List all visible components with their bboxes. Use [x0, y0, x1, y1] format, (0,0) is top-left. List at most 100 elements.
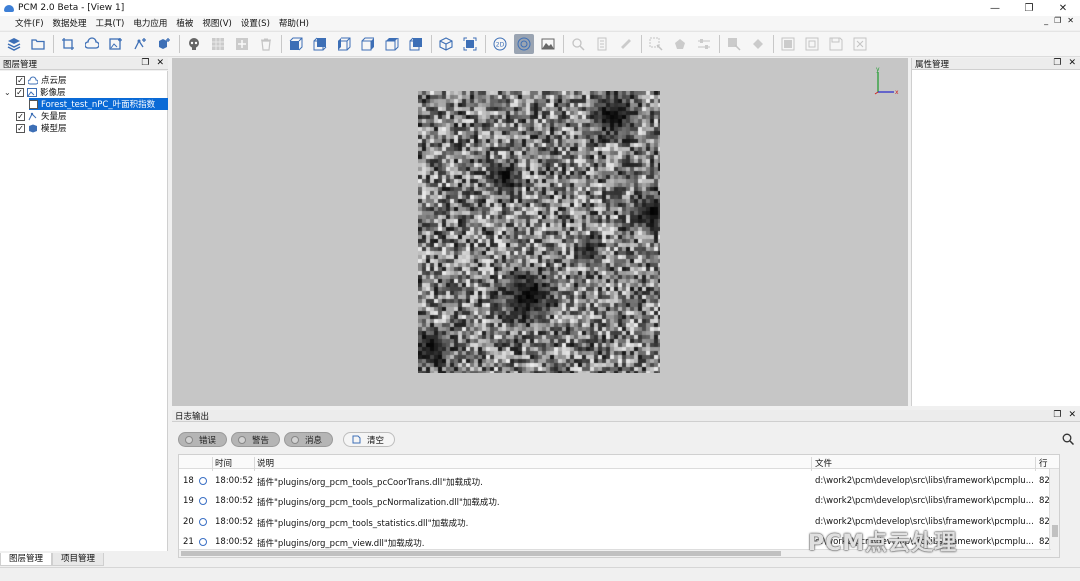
row-time: 18:00:52 — [215, 537, 254, 547]
add-model-button[interactable] — [154, 34, 174, 54]
chevron-down-icon[interactable]: ⌄ — [4, 88, 12, 97]
select-rect-button[interactable] — [646, 34, 666, 54]
scrollbar-thumb[interactable] — [1052, 525, 1058, 537]
filter-warning-button[interactable]: 警告 — [231, 432, 281, 447]
checkbox[interactable]: ✓ — [16, 111, 25, 121]
add-vector-button[interactable] — [130, 34, 150, 54]
tab-project-manager[interactable]: 项目管理 — [52, 553, 105, 566]
table-row[interactable]: 19 18:00:52 插件"plugins/org_pcm_tools_pcN… — [179, 491, 1059, 511]
tree-item-raster-layer[interactable]: ✓ Forest_test_nPC_叶面积指数 — [29, 98, 168, 110]
menu-vegetation[interactable]: 植被 — [176, 17, 193, 29]
tree-item-pointcloud[interactable]: ✓ 点云层 — [16, 74, 67, 86]
expand-button[interactable] — [232, 34, 252, 54]
close-view-button[interactable] — [850, 34, 870, 54]
scrollbar-thumb[interactable] — [181, 551, 781, 556]
menu-data-processing[interactable]: 数据处理 — [53, 17, 87, 29]
column-header-description[interactable]: 说明 — [257, 457, 274, 469]
clip-poly-button[interactable] — [748, 34, 768, 54]
menu-view[interactable]: 视图(V) — [202, 17, 231, 29]
property-panel-float-button[interactable]: ❐ — [1053, 58, 1061, 68]
menu-power-application[interactable]: 电力应用 — [133, 17, 167, 29]
3d-view-button[interactable] — [514, 34, 534, 54]
checkbox[interactable]: ✓ — [16, 123, 25, 133]
frame-alt-button[interactable] — [802, 34, 822, 54]
row-description: 插件"plugins/org_pcm_tools_statistics.dll"… — [257, 519, 469, 529]
toolbar-separator — [485, 35, 486, 53]
row-file: d:\work2\pcm\develop\src\libs\framework\… — [815, 476, 1034, 486]
maximize-button[interactable]: ❐ — [1012, 0, 1046, 16]
column-header-time[interactable]: 时间 — [215, 457, 232, 469]
mdi-minimize-button[interactable]: _ — [1044, 16, 1048, 25]
open-button[interactable] — [28, 34, 48, 54]
mdi-controls: _ ❐ ✕ — [1044, 16, 1074, 25]
mdi-close-button[interactable]: ✕ — [1067, 16, 1074, 25]
view-front-button[interactable] — [286, 34, 306, 54]
fit-view-button[interactable] — [460, 34, 480, 54]
2d-view-button[interactable]: 2D — [490, 34, 510, 54]
tree-item-model[interactable]: ✓ 模型层 — [16, 122, 67, 134]
crop-button[interactable] — [58, 34, 78, 54]
column-header-line[interactable]: 行 — [1039, 457, 1048, 469]
view-back-button[interactable] — [310, 34, 330, 54]
frame-alt-icon — [805, 37, 819, 51]
log-filters: 错误 警告 消息 清空 — [178, 432, 396, 447]
menu-settings[interactable]: 设置(S) — [241, 17, 270, 29]
add-image-button[interactable] — [106, 34, 126, 54]
clip-rect-button[interactable] — [724, 34, 744, 54]
view-left-button[interactable] — [334, 34, 354, 54]
tree-item-vector[interactable]: ✓ 矢量层 — [16, 110, 67, 122]
property-panel-close-button[interactable]: ✕ — [1068, 58, 1076, 68]
menu-help[interactable]: 帮助(H) — [279, 17, 309, 29]
select-poly-button[interactable] — [670, 34, 690, 54]
row-number: 18 — [183, 476, 194, 486]
vertical-scrollbar[interactable] — [1049, 469, 1059, 557]
layer-panel-float-button[interactable]: ❐ — [141, 58, 149, 68]
table-row[interactable]: 18 18:00:52 插件"plugins/org_pcm_tools_pcC… — [179, 471, 1059, 491]
image-icon — [27, 87, 37, 97]
layers-button[interactable] — [4, 34, 24, 54]
skull-button[interactable] — [184, 34, 204, 54]
checkbox[interactable]: ✓ — [15, 87, 24, 97]
close-button[interactable]: ✕ — [1046, 0, 1080, 16]
report-button[interactable] — [592, 34, 612, 54]
clip-rect-icon — [728, 38, 741, 51]
minimize-button[interactable]: — — [978, 0, 1012, 16]
filter-message-button[interactable]: 消息 — [284, 432, 334, 447]
save-button[interactable] — [826, 34, 846, 54]
view-bottom-button[interactable] — [406, 34, 426, 54]
menu-file[interactable]: 文件(F) — [15, 17, 44, 29]
frame-button[interactable] — [778, 34, 798, 54]
noise-filter-button[interactable] — [208, 34, 228, 54]
log-panel-float-button[interactable]: ❐ — [1053, 410, 1061, 420]
clear-log-button[interactable]: 清空 — [343, 432, 396, 447]
adjust-button[interactable] — [694, 34, 714, 54]
property-panel: 属性管理 ❐ ✕ — [911, 58, 1080, 406]
checkbox[interactable]: ✓ — [16, 75, 25, 85]
pick-point-button[interactable] — [568, 34, 588, 54]
tree-item-image[interactable]: ⌄ ✓ 影像层 — [4, 86, 66, 98]
terrain-button[interactable] — [538, 34, 558, 54]
view-iso-button[interactable] — [436, 34, 456, 54]
view-top-button[interactable] — [382, 34, 402, 54]
search-icon[interactable] — [1062, 433, 1074, 445]
3d-viewport[interactable]: y x — [172, 58, 908, 406]
filter-error-button[interactable]: 错误 — [178, 432, 228, 447]
message-icon — [199, 477, 207, 485]
column-header-file[interactable]: 文件 — [815, 457, 832, 469]
tree-item-label: 模型层 — [41, 124, 67, 134]
view-right-button[interactable] — [358, 34, 378, 54]
trash-button[interactable] — [256, 34, 276, 54]
folder-icon — [31, 39, 45, 50]
layer-panel-close-button[interactable]: ✕ — [156, 58, 164, 68]
measure-button[interactable] — [616, 34, 636, 54]
log-panel-close-button[interactable]: ✕ — [1068, 410, 1076, 420]
checkbox[interactable]: ✓ — [29, 99, 38, 109]
mdi-restore-button[interactable]: ❐ — [1054, 16, 1061, 25]
layer-panel-title: 图层管理 — [3, 59, 38, 70]
cube-back-icon — [313, 37, 327, 51]
cloud-button[interactable] — [82, 34, 102, 54]
column-divider — [254, 457, 255, 471]
tab-layer-manager[interactable]: 图层管理 — [0, 553, 53, 566]
tree-item-label: 点云层 — [41, 76, 67, 86]
menu-tools[interactable]: 工具(T) — [96, 17, 125, 29]
